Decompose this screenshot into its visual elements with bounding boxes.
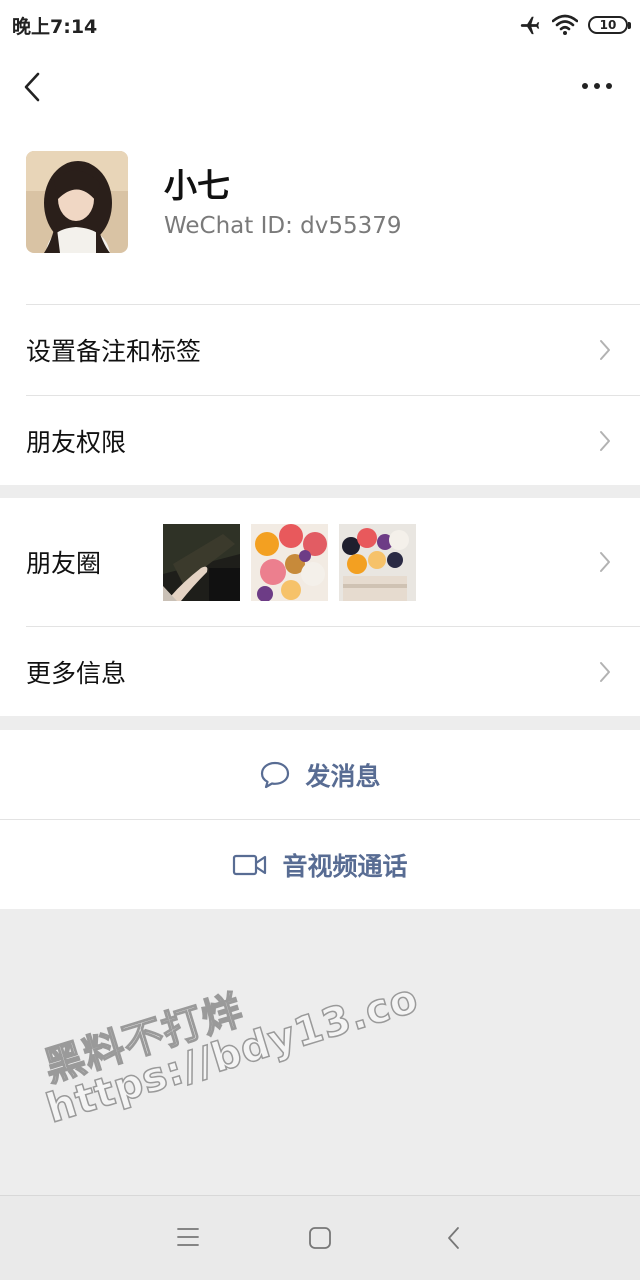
chevron-left-icon[interactable] bbox=[18, 70, 48, 104]
send-message-label: 发消息 bbox=[305, 761, 381, 791]
status-bar: 晚上7:14 10 bbox=[0, 0, 640, 50]
menu-item-remark-tags[interactable]: 设置备注和标签 bbox=[0, 305, 640, 395]
menu-item-label: 更多信息 bbox=[26, 658, 127, 688]
battery-icon: 10 bbox=[588, 16, 631, 34]
menu-lines-icon[interactable] bbox=[176, 1226, 200, 1248]
menu-group-settings: 设置备注和标签 朋友权限 bbox=[0, 304, 640, 485]
watermark: 黑料不打烊 https://bdy13.co bbox=[38, 940, 424, 1133]
wechat-id-label: WeChat ID: bbox=[164, 213, 293, 239]
more-dots-icon[interactable] bbox=[580, 76, 614, 96]
menu-item-label: 朋友权限 bbox=[26, 427, 127, 457]
menu-item-label: 朋友圈 bbox=[26, 549, 102, 578]
moments-photo bbox=[339, 524, 416, 601]
menu-item-friend-permissions[interactable]: 朋友权限 bbox=[0, 396, 640, 485]
airplane-icon bbox=[520, 16, 540, 35]
wifi-icon bbox=[552, 14, 578, 35]
moments-photo bbox=[251, 524, 328, 601]
back-triangle-icon[interactable] bbox=[444, 1226, 464, 1250]
profile-header: 小七 WeChat ID: dv55379 bbox=[0, 125, 640, 305]
menu-item-moments[interactable]: 朋友圈 bbox=[0, 498, 640, 626]
menu-item-more-info[interactable]: 更多信息 bbox=[0, 627, 640, 716]
moments-photo bbox=[163, 524, 240, 601]
chevron-right-icon bbox=[600, 430, 610, 451]
profile-name: 小七 bbox=[164, 166, 230, 205]
chevron-right-icon bbox=[600, 340, 610, 360]
battery-level: 10 bbox=[599, 18, 617, 32]
video-call-button[interactable]: 音视频通话 bbox=[0, 820, 640, 909]
home-square-icon[interactable] bbox=[308, 1226, 332, 1250]
avatar[interactable] bbox=[26, 151, 128, 253]
wechat-id: WeChat ID: dv55379 bbox=[164, 213, 402, 239]
chevron-right-icon bbox=[600, 661, 610, 682]
chevron-right-icon bbox=[600, 552, 610, 572]
status-time: 晚上7:14 bbox=[12, 15, 98, 38]
status-icons: 10 bbox=[518, 14, 631, 36]
video-camera-icon bbox=[233, 854, 267, 875]
moments-thumbnails bbox=[163, 524, 416, 601]
video-call-label: 音视频通话 bbox=[282, 851, 408, 881]
nav-bar bbox=[0, 50, 640, 125]
wechat-id-value: dv55379 bbox=[300, 213, 402, 239]
system-nav-bar bbox=[0, 1195, 640, 1280]
send-message-button[interactable]: 发消息 bbox=[0, 730, 640, 819]
chat-bubble-icon bbox=[261, 761, 290, 788]
menu-item-label: 设置备注和标签 bbox=[26, 337, 202, 366]
menu-group-moments: 朋友圈 更多信息 bbox=[0, 498, 640, 716]
